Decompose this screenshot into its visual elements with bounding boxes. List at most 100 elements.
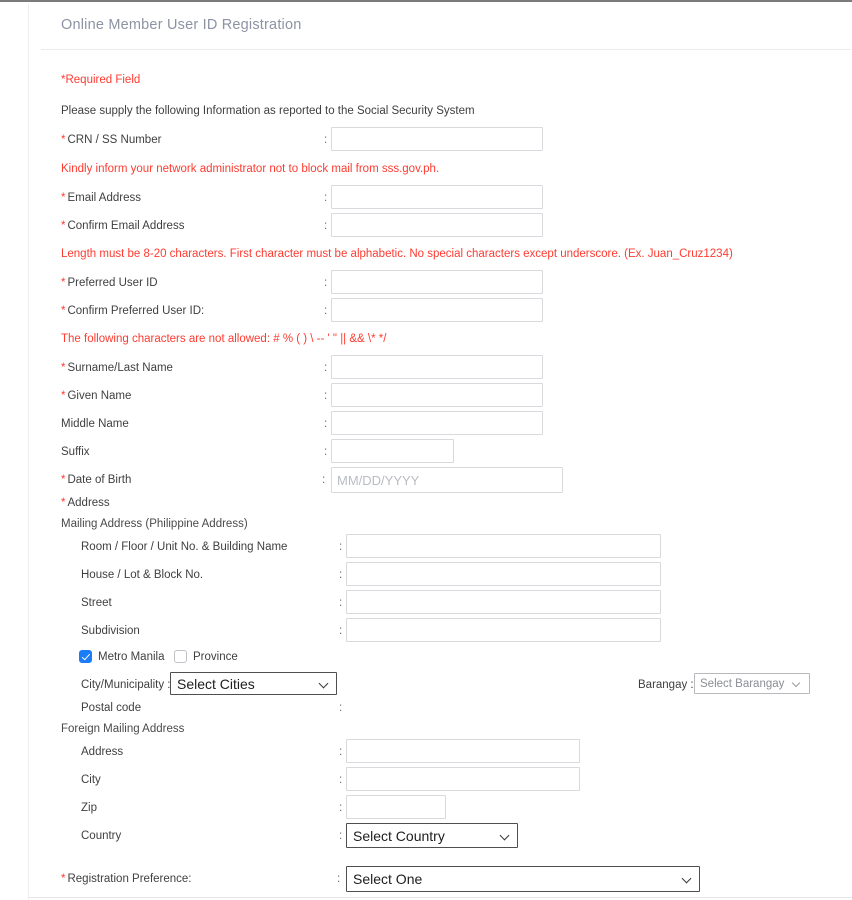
country-label: Country bbox=[81, 830, 122, 842]
given-name-colon: : bbox=[324, 390, 328, 402]
required-asterisk: * bbox=[61, 192, 66, 204]
barangay-value: Select Barangay bbox=[700, 677, 785, 690]
required-field-note: *Required Field bbox=[61, 74, 141, 86]
foreign-zip-input[interactable] bbox=[346, 795, 446, 819]
registration-page: Online Member User ID Registration *Requ… bbox=[0, 0, 852, 900]
required-asterisk: * bbox=[61, 220, 66, 232]
middle-name-label: Middle Name bbox=[61, 418, 129, 430]
date-of-birth-colon: : bbox=[322, 474, 326, 486]
required-asterisk: * bbox=[61, 474, 66, 486]
preferred-userid-colon: : bbox=[324, 277, 328, 289]
country-select[interactable]: Select Country bbox=[346, 823, 518, 848]
page-title: Online Member User ID Registration bbox=[61, 17, 302, 33]
email-colon: : bbox=[324, 192, 328, 204]
required-asterisk: * bbox=[61, 305, 66, 317]
house-colon: : bbox=[339, 569, 343, 581]
chevron-down-icon bbox=[320, 679, 329, 688]
required-asterisk: * bbox=[61, 277, 66, 289]
foreign-zip-label: Zip bbox=[81, 802, 97, 814]
street-label: Street bbox=[81, 597, 112, 609]
email-input[interactable] bbox=[331, 185, 543, 209]
crn-colon: : bbox=[324, 134, 328, 146]
required-asterisk: * bbox=[61, 497, 66, 509]
metro-manila-checkbox[interactable] bbox=[79, 650, 92, 663]
country-value: Select Country bbox=[353, 827, 445, 844]
house-label: House / Lot & Block No. bbox=[81, 569, 204, 581]
room-colon: : bbox=[339, 541, 343, 553]
subdivision-label: Subdivision bbox=[81, 625, 140, 637]
bottom-divider bbox=[29, 897, 852, 898]
barangay-select[interactable]: Select Barangay bbox=[694, 673, 810, 694]
confirm-email-label: * Confirm Email Address bbox=[61, 220, 185, 232]
disallowed-chars-note: The following characters are not allowed… bbox=[61, 333, 387, 345]
required-asterisk: * bbox=[61, 134, 66, 146]
room-label: Room / Floor / Unit No. & Building Name bbox=[81, 541, 288, 553]
preferred-userid-input[interactable] bbox=[331, 270, 543, 294]
foreign-address-label: Address bbox=[81, 746, 124, 758]
city-municipality-label: City/Municipality : bbox=[81, 679, 171, 691]
country-colon: : bbox=[339, 830, 343, 842]
email-label: * Email Address bbox=[61, 192, 141, 204]
crn-input[interactable] bbox=[331, 127, 543, 151]
foreign-zip-colon: : bbox=[339, 802, 343, 814]
metro-manila-label: Metro Manila bbox=[98, 650, 165, 663]
userid-rule-note: Length must be 8-20 characters. First ch… bbox=[61, 248, 733, 260]
required-asterisk: * bbox=[61, 390, 66, 402]
mail-block-note: Kindly inform your network administrator… bbox=[61, 163, 440, 175]
suffix-colon: : bbox=[324, 446, 328, 458]
given-name-input[interactable] bbox=[331, 383, 543, 407]
form-card: Online Member User ID Registration *Requ… bbox=[28, 4, 852, 900]
barangay-label: Barangay : bbox=[638, 679, 694, 691]
registration-preference-label: * Registration Preference: bbox=[61, 873, 192, 885]
instruction-text: Please supply the following Information … bbox=[61, 105, 475, 117]
foreign-city-input[interactable] bbox=[346, 767, 580, 791]
suffix-label: Suffix bbox=[61, 446, 90, 458]
mailing-address-heading: Mailing Address (Philippine Address) bbox=[61, 518, 248, 530]
foreign-address-colon: : bbox=[339, 746, 343, 758]
street-input[interactable] bbox=[346, 590, 661, 614]
house-input[interactable] bbox=[346, 562, 661, 586]
metro-manila-checkbox-row[interactable]: Metro Manila bbox=[79, 650, 164, 663]
registration-preference-select[interactable]: Select One bbox=[346, 866, 700, 892]
room-input[interactable] bbox=[346, 534, 661, 558]
surname-input[interactable] bbox=[331, 355, 543, 379]
chevron-down-icon bbox=[501, 831, 510, 840]
surname-colon: : bbox=[324, 362, 328, 374]
date-of-birth-label: * Date of Birth bbox=[61, 474, 132, 486]
province-label: Province bbox=[193, 650, 238, 663]
chevron-down-icon bbox=[683, 874, 692, 883]
middle-name-input[interactable] bbox=[331, 411, 543, 435]
street-colon: : bbox=[339, 597, 343, 609]
crn-label: * CRN / SS Number bbox=[61, 134, 162, 146]
foreign-city-label: City bbox=[81, 774, 101, 786]
postal-code-label: Postal code bbox=[81, 702, 142, 714]
confirm-userid-label: * Confirm Preferred User ID: bbox=[61, 305, 205, 317]
confirm-userid-input[interactable] bbox=[331, 298, 543, 322]
date-of-birth-input[interactable] bbox=[331, 467, 563, 493]
subdivision-colon: : bbox=[339, 625, 343, 637]
province-checkbox-row[interactable]: Province bbox=[174, 650, 238, 663]
confirm-email-input[interactable] bbox=[331, 213, 543, 237]
city-municipality-value: Select Cities bbox=[177, 675, 255, 692]
foreign-address-heading: Foreign Mailing Address bbox=[61, 723, 185, 735]
header-divider bbox=[41, 49, 851, 50]
city-municipality-select[interactable]: Select Cities bbox=[170, 672, 337, 695]
given-name-label: * Given Name bbox=[61, 390, 132, 402]
preferred-userid-label: * Preferred User ID bbox=[61, 277, 158, 289]
registration-preference-value: Select One bbox=[353, 871, 423, 887]
subdivision-input[interactable] bbox=[346, 618, 661, 642]
surname-label: * Surname/Last Name bbox=[61, 362, 173, 374]
confirm-userid-colon: : bbox=[324, 305, 328, 317]
middle-name-colon: : bbox=[324, 418, 328, 430]
required-asterisk: * bbox=[61, 873, 66, 885]
chevron-down-icon bbox=[793, 679, 802, 688]
registration-preference-colon: : bbox=[337, 873, 341, 885]
suffix-input[interactable] bbox=[331, 439, 454, 463]
foreign-address-input[interactable] bbox=[346, 739, 580, 763]
province-checkbox[interactable] bbox=[174, 650, 187, 663]
postal-code-colon: : bbox=[339, 702, 343, 714]
required-asterisk: * bbox=[61, 362, 66, 374]
foreign-city-colon: : bbox=[339, 774, 343, 786]
address-heading: * Address bbox=[61, 497, 110, 509]
confirm-email-colon: : bbox=[324, 220, 328, 232]
